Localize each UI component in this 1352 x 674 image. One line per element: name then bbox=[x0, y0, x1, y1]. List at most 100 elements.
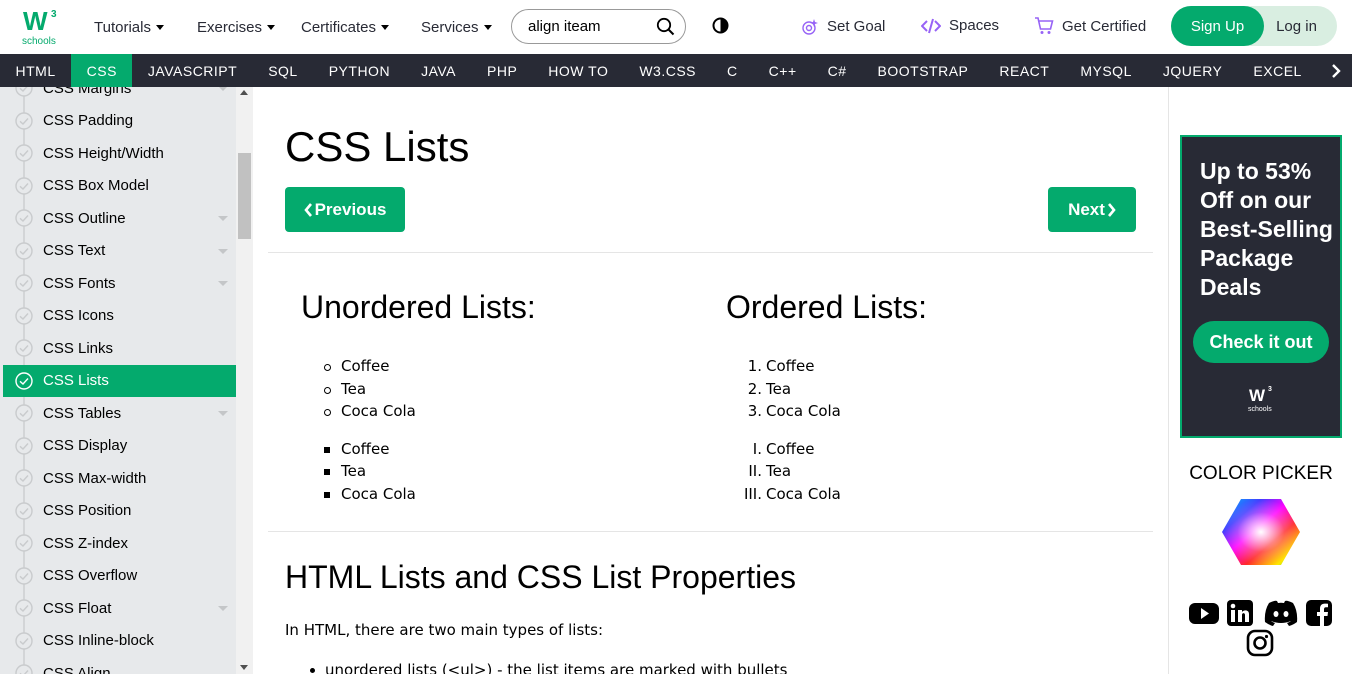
caret-down-icon[interactable] bbox=[218, 411, 228, 416]
log-in-button[interactable]: Log in bbox=[1264, 6, 1337, 46]
top-bar: W 3 schools Tutorials Exercises Certific… bbox=[0, 0, 1352, 54]
sidebar-item[interactable]: CSS Display bbox=[3, 429, 236, 462]
topic-tab-bootstrap[interactable]: BOOTSTRAP bbox=[862, 54, 984, 87]
sidebar-item-label: CSS Links bbox=[43, 339, 114, 357]
caret-down-icon[interactable] bbox=[218, 606, 228, 611]
linkedin-icon[interactable] bbox=[1226, 599, 1258, 627]
topic-tab-c-[interactable]: C++ bbox=[753, 54, 812, 87]
caret-down-icon[interactable] bbox=[218, 281, 228, 286]
list-item: Coffee bbox=[341, 357, 390, 375]
next-button[interactable]: Next bbox=[1048, 187, 1136, 232]
topic-tab-jquery[interactable]: JQUERY bbox=[1147, 54, 1238, 87]
list-marker: I. bbox=[752, 440, 762, 458]
topic-tab-java[interactable]: JAVA bbox=[406, 54, 472, 87]
unordered-lists-heading: Unordered Lists: bbox=[301, 289, 536, 325]
check-circle-icon bbox=[15, 534, 33, 552]
sidebar-item[interactable]: CSS Padding bbox=[3, 104, 236, 137]
topic-tab-css[interactable]: CSS bbox=[71, 54, 133, 87]
sidebar-item[interactable]: CSS Height/Width bbox=[3, 137, 236, 170]
sign-up-button[interactable]: Sign Up bbox=[1171, 6, 1264, 46]
nav-certificates[interactable]: Certificates bbox=[301, 0, 390, 54]
topic-tab-w3-css[interactable]: W3.CSS bbox=[624, 54, 712, 87]
sidebar-item[interactable]: CSS Inline-block bbox=[3, 624, 236, 657]
list-bullet bbox=[324, 409, 331, 416]
list-marker: II. bbox=[748, 462, 762, 480]
color-picker-icon[interactable] bbox=[1221, 497, 1301, 567]
sidebar-item[interactable]: CSS Float bbox=[3, 592, 236, 625]
svg-text:W: W bbox=[1249, 386, 1266, 405]
topic-tab-c-[interactable]: C# bbox=[812, 54, 862, 87]
nav-services[interactable]: Services bbox=[421, 0, 492, 54]
sidebar-item-label: CSS Fonts bbox=[43, 274, 116, 292]
sidebar-item[interactable]: CSS Margins bbox=[3, 87, 236, 105]
sidebar-item-label: CSS Outline bbox=[43, 209, 126, 227]
color-picker-title: COLOR PICKER bbox=[1189, 463, 1333, 484]
list-bullet bbox=[310, 668, 315, 673]
discord-icon[interactable] bbox=[1263, 599, 1299, 627]
caret-down-icon[interactable] bbox=[218, 216, 228, 221]
topic-tab-excel[interactable]: EXCEL bbox=[1238, 54, 1317, 87]
list-item: Tea bbox=[341, 380, 367, 398]
topic-tab-html[interactable]: HTML bbox=[0, 54, 71, 87]
topic-tab-react[interactable]: REACT bbox=[984, 54, 1065, 87]
ad-banner[interactable]: Up to 53% Off on our Best-Selling Packag… bbox=[1180, 135, 1342, 438]
sidebar-item[interactable]: CSS Z-index bbox=[3, 527, 236, 560]
nav-tutorials[interactable]: Tutorials bbox=[94, 0, 164, 54]
topic-tab-javascript[interactable]: JAVASCRIPT bbox=[132, 54, 252, 87]
sidebar-item[interactable]: CSS Fonts bbox=[3, 267, 236, 300]
scrollbar-thumb[interactable] bbox=[238, 153, 251, 239]
list-item: unordered lists (<ul>) - the list items … bbox=[325, 661, 788, 674]
list-bullet bbox=[324, 364, 331, 371]
sidebar-item[interactable]: CSS Lists bbox=[3, 364, 236, 397]
sparkle-icon bbox=[802, 19, 818, 35]
sidebar-item[interactable]: CSS Icons bbox=[3, 299, 236, 332]
topic-tab-php[interactable]: PHP bbox=[472, 54, 533, 87]
search-icon[interactable] bbox=[656, 17, 675, 40]
spaces-link[interactable]: Spaces bbox=[921, 17, 999, 34]
sidebar-scrollbar[interactable] bbox=[236, 87, 253, 674]
chevron-right-icon[interactable] bbox=[1320, 54, 1352, 87]
search-input[interactable] bbox=[528, 18, 648, 35]
ordered-lists-heading: Ordered Lists: bbox=[726, 289, 927, 325]
sidebar-item[interactable]: CSS Box Model bbox=[3, 169, 236, 202]
instagram-icon[interactable] bbox=[1246, 629, 1278, 657]
topic-tab-sql[interactable]: SQL bbox=[253, 54, 314, 87]
topic-tab-c[interactable]: C bbox=[712, 54, 754, 87]
sidebar-item[interactable]: CSS Links bbox=[3, 332, 236, 365]
list-item: Coca Cola bbox=[766, 402, 841, 420]
previous-button[interactable]: Previous bbox=[285, 187, 405, 232]
sidebar-item-label: CSS Text bbox=[43, 242, 106, 260]
scroll-down-icon[interactable] bbox=[240, 665, 248, 670]
w3schools-logo[interactable]: W 3 schools bbox=[21, 6, 63, 47]
check-it-out-button[interactable]: Check it out bbox=[1193, 321, 1329, 363]
sidebar-item[interactable]: CSS Align bbox=[3, 657, 236, 674]
chevron-right-icon bbox=[1107, 202, 1116, 217]
facebook-icon[interactable] bbox=[1305, 599, 1337, 627]
check-circle-icon bbox=[15, 631, 33, 650]
check-circle-icon bbox=[15, 469, 33, 487]
topic-tab-how-to[interactable]: HOW TO bbox=[533, 54, 624, 87]
topic-tab-mysql[interactable]: MYSQL bbox=[1065, 54, 1148, 87]
sidebar-item[interactable]: CSS Overflow bbox=[3, 559, 236, 592]
next-label: Next bbox=[1068, 199, 1105, 219]
nav-services-label: Services bbox=[421, 18, 479, 36]
sidebar-item[interactable]: CSS Max-width bbox=[3, 462, 236, 495]
check-circle-icon bbox=[15, 144, 33, 162]
divider bbox=[268, 531, 1153, 532]
get-certified-link[interactable]: Get Certified bbox=[1034, 17, 1146, 35]
sidebar-item[interactable]: CSS Tables bbox=[3, 397, 236, 430]
caret-down-icon[interactable] bbox=[218, 87, 228, 91]
topic-tab-python[interactable]: PYTHON bbox=[313, 54, 405, 87]
list-item: Coffee bbox=[766, 440, 815, 458]
nav-exercises[interactable]: Exercises bbox=[197, 0, 276, 54]
scroll-up-icon[interactable] bbox=[240, 90, 248, 95]
sidebar-item[interactable]: CSS Text bbox=[3, 234, 236, 267]
sidebar-item[interactable]: CSS Outline bbox=[3, 202, 236, 235]
check-circle-icon bbox=[15, 111, 33, 130]
cart-icon bbox=[1035, 17, 1054, 34]
dark-mode-toggle-icon[interactable] bbox=[712, 17, 729, 34]
caret-down-icon[interactable] bbox=[218, 248, 228, 254]
set-goal-link[interactable]: Set Goal bbox=[800, 17, 885, 36]
sidebar-item[interactable]: CSS Position bbox=[3, 494, 236, 527]
youtube-icon[interactable] bbox=[1188, 599, 1220, 627]
